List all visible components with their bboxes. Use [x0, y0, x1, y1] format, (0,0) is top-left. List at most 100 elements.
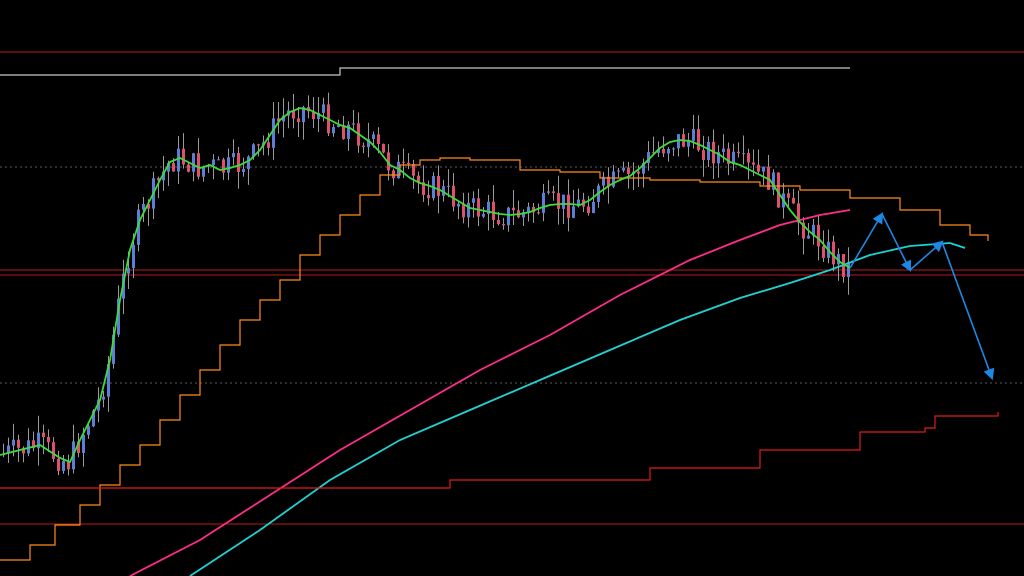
- candle-body-28: [142, 204, 145, 210]
- candle-body-132: [662, 148, 665, 154]
- chart-plot-area: [0, 51, 1024, 576]
- candle-body-35: [177, 148, 180, 172]
- candle-body-43: [217, 159, 220, 161]
- candle-body-37: [187, 164, 190, 172]
- candle-body-112: [562, 194, 565, 209]
- candle-body-51: [257, 144, 260, 146]
- candle-body-70: [352, 123, 355, 125]
- candle-body-114: [572, 206, 575, 218]
- candle-body-124: [622, 167, 625, 171]
- candle-body-49: [247, 156, 250, 170]
- candle-body-102: [512, 207, 515, 211]
- candle-body-42: [212, 159, 215, 165]
- candle-body-91: [457, 203, 460, 207]
- candle-body-101: [507, 207, 510, 226]
- candle-body-34: [172, 162, 175, 172]
- candle-body-72: [362, 145, 365, 148]
- candle-body-54: [272, 118, 275, 148]
- candle-body-108: [542, 192, 545, 213]
- candle-body-85: [427, 195, 430, 199]
- candle-body-100: [502, 223, 505, 226]
- candle-body-141: [707, 141, 710, 161]
- series-layer: [0, 67, 999, 576]
- candle-body-139: [697, 129, 700, 151]
- candle-body-82: [412, 164, 415, 176]
- candle-body-68: [342, 125, 345, 140]
- candle-body-78: [392, 170, 395, 179]
- candle-body-140: [702, 150, 705, 161]
- candle-body-16: [82, 434, 85, 453]
- series-line-0: [0, 67, 850, 76]
- candle-body-127: [637, 171, 640, 174]
- candle-body-166: [832, 241, 835, 265]
- series-line-2: [129, 209, 851, 576]
- candle-body-53: [267, 142, 270, 148]
- candle-body-44: [222, 159, 225, 173]
- candle-body-152: [762, 166, 765, 172]
- candle-body-20: [102, 396, 105, 400]
- candle-body-64: [322, 104, 325, 113]
- candle-body-74: [372, 134, 375, 139]
- candle-body-2: [12, 439, 15, 446]
- candle-body-117: [587, 206, 590, 214]
- candle-body-161: [807, 235, 810, 239]
- candle-body-147: [737, 151, 740, 154]
- candle-body-76: [382, 144, 385, 153]
- candle-body-38: [192, 153, 195, 172]
- candle-body-109: [547, 191, 550, 193]
- candle-body-169: [847, 262, 850, 277]
- candles-layer: [2, 92, 850, 476]
- candle-body-10: [52, 442, 55, 459]
- candle-body-111: [557, 193, 560, 209]
- levels-layer: [0, 51, 1024, 525]
- series-line-5: [0, 412, 999, 489]
- candle-body-96: [482, 213, 485, 217]
- candle-body-26: [132, 244, 135, 269]
- candle-body-98: [492, 201, 495, 220]
- candle-body-151: [757, 164, 760, 172]
- candle-body-17: [87, 426, 90, 435]
- candle-body-94: [472, 198, 475, 203]
- candle-body-158: [792, 197, 795, 204]
- candle-body-80: [402, 161, 405, 163]
- candle-body-149: [747, 153, 750, 163]
- candle-body-87: [437, 176, 440, 196]
- candle-body-123: [617, 170, 620, 172]
- candle-body-39: [197, 153, 200, 177]
- projection-arrow-4: [941, 241, 995, 381]
- candle-body-8: [42, 432, 45, 437]
- candle-body-25: [127, 268, 130, 274]
- candle-body-92: [462, 203, 465, 218]
- candle-body-110: [552, 191, 555, 194]
- candle-body-36: [182, 148, 185, 165]
- projection-arrow-1: [849, 212, 884, 269]
- candle-body-9: [47, 436, 50, 443]
- candle-body-134: [672, 148, 675, 150]
- candle-body-150: [752, 162, 755, 165]
- candle-body-59: [297, 118, 300, 123]
- candle-body-99: [497, 219, 500, 224]
- candle-body-95: [477, 198, 480, 217]
- candle-body-90: [452, 185, 455, 207]
- candle-body-118: [592, 201, 595, 214]
- candle-body-48: [242, 169, 245, 172]
- candle-body-93: [467, 202, 470, 218]
- candle-body-47: [237, 153, 240, 172]
- series-line-4: [0, 107, 851, 464]
- candle-body-133: [667, 148, 670, 154]
- projection-arrow-2: [881, 213, 912, 273]
- candle-body-144: [722, 148, 725, 153]
- candle-body-113: [567, 194, 570, 218]
- candle-body-75: [377, 134, 380, 145]
- candle-body-125: [627, 167, 630, 174]
- candle-body-163: [817, 224, 820, 247]
- candle-body-164: [822, 246, 825, 258]
- candle-body-138: [692, 129, 695, 141]
- candle-body-107: [537, 212, 540, 214]
- candle-body-12: [62, 460, 65, 471]
- candle-body-89: [447, 185, 450, 187]
- candle-body-81: [407, 162, 410, 165]
- candle-body-46: [232, 153, 235, 158]
- candle-body-148: [742, 153, 745, 155]
- candle-body-66: [332, 126, 335, 134]
